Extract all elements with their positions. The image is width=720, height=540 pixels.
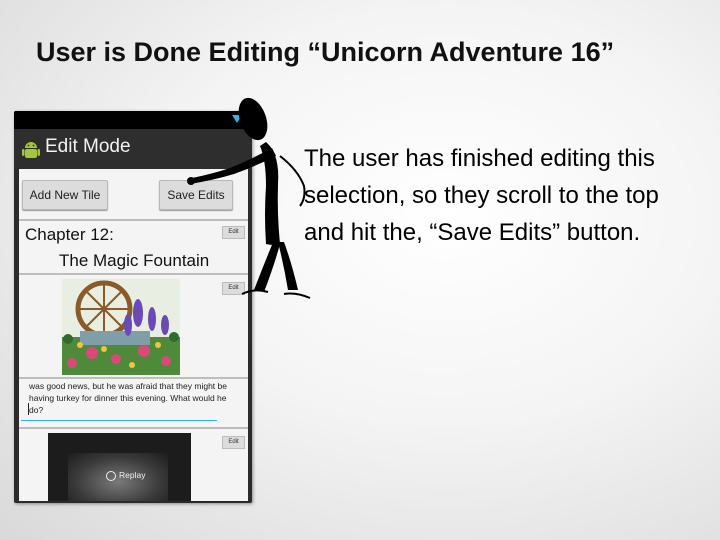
divider xyxy=(19,377,248,379)
replay-icon xyxy=(106,470,116,481)
stick-figure-illustration xyxy=(187,97,311,299)
replay-button[interactable]: Replay xyxy=(106,470,145,481)
android-icon xyxy=(22,142,40,158)
add-new-tile-button[interactable]: Add New Tile xyxy=(22,180,108,210)
slide-caption: The user has finished editing this selec… xyxy=(304,145,659,246)
video-tile[interactable]: Replay xyxy=(48,433,191,501)
chapter-heading: Chapter 12: xyxy=(25,225,114,244)
text-field-underline xyxy=(21,420,217,421)
fountain-illustration xyxy=(62,279,180,375)
divider xyxy=(19,427,248,429)
edit-video-tile-button[interactable]: Edit xyxy=(222,436,245,449)
replay-label: Replay xyxy=(119,470,146,480)
text-cursor xyxy=(28,403,29,415)
story-text-field[interactable]: was good news, but he was afraid that th… xyxy=(29,380,235,416)
app-title: Edit Mode xyxy=(45,136,131,157)
slide-title: User is Done Editing “Unicorn Adventure … xyxy=(36,37,615,67)
